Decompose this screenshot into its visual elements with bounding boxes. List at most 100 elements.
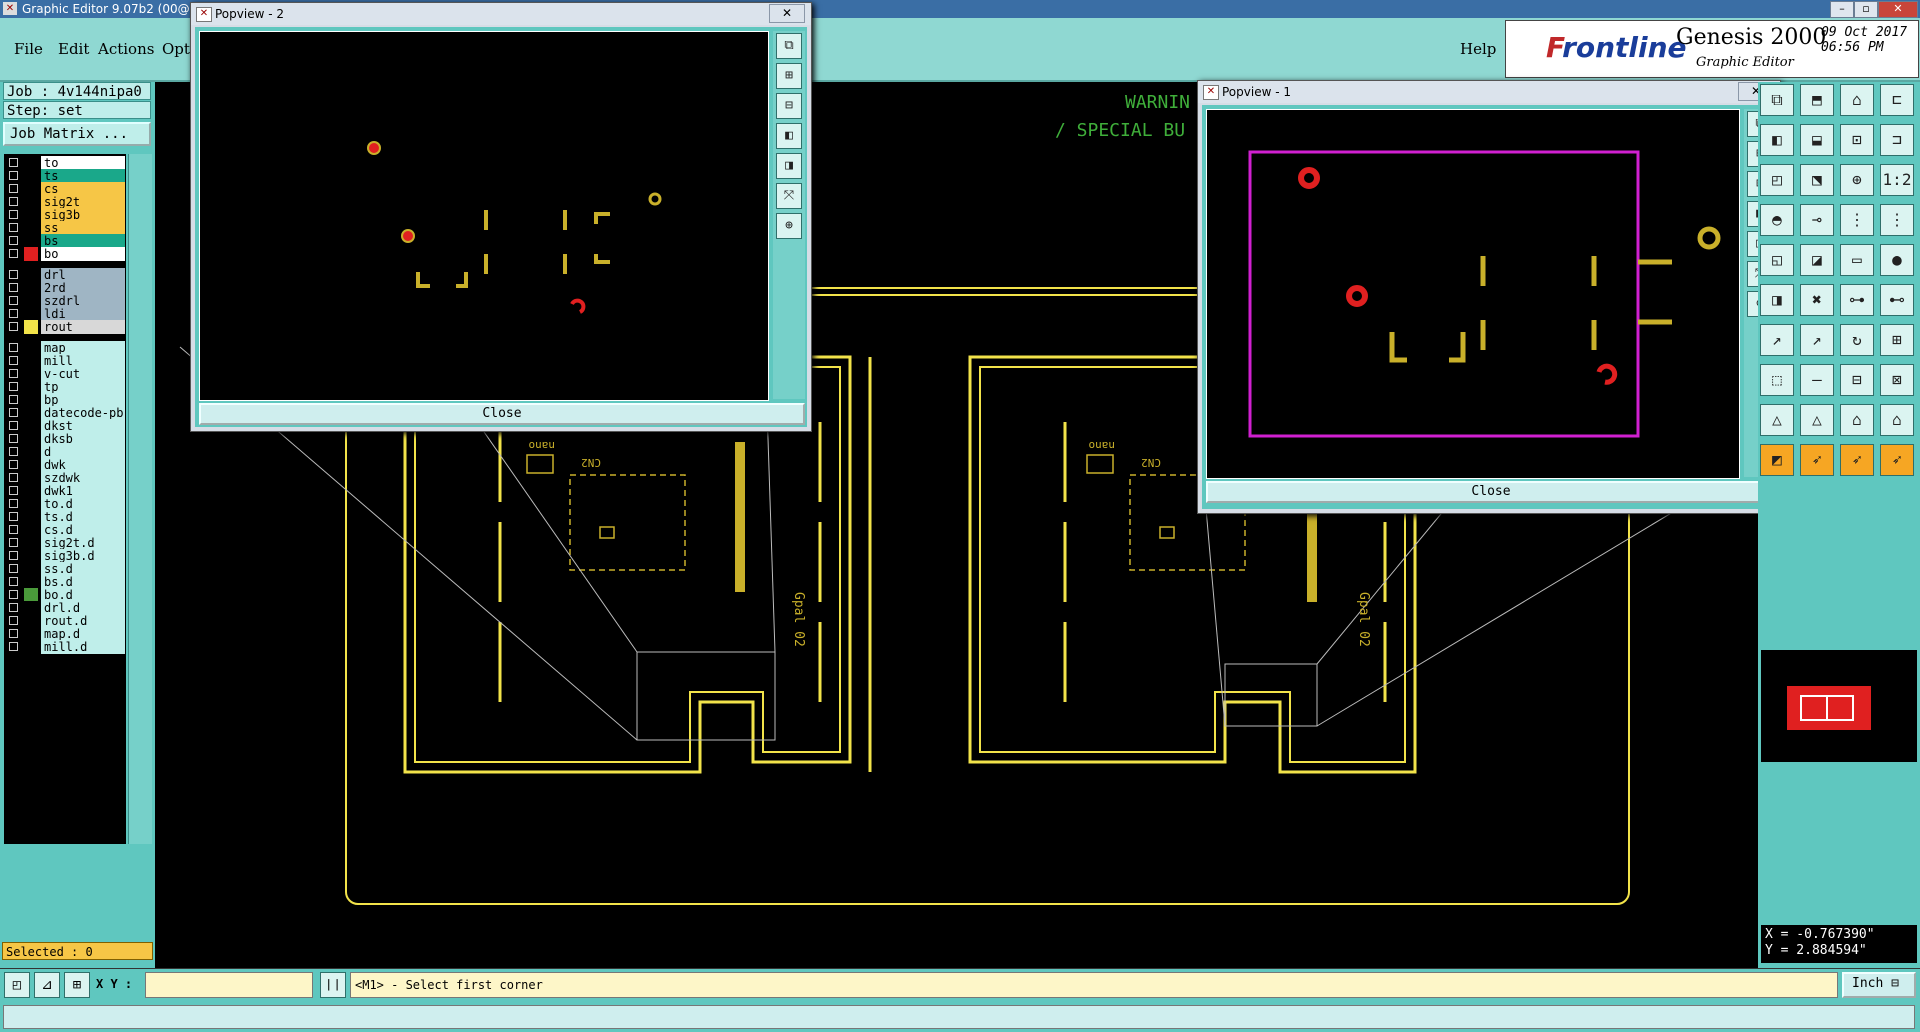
layer-name[interactable]: sig2t.d bbox=[41, 536, 125, 550]
layer-row[interactable]: dwk bbox=[4, 458, 126, 472]
layer-color-swatch[interactable] bbox=[24, 419, 38, 433]
maximize-button[interactable]: ▫ bbox=[1854, 1, 1878, 18]
layer-name[interactable]: bs.d bbox=[41, 575, 125, 589]
layer-name[interactable]: sig3b.d bbox=[41, 549, 125, 563]
layer-row[interactable]: szdwk bbox=[4, 471, 126, 485]
layer-checkbox[interactable] bbox=[9, 395, 18, 404]
layer-name[interactable]: bp bbox=[41, 393, 125, 407]
tool-window-icon[interactable]: ⧉ bbox=[1760, 84, 1794, 116]
layer-color-swatch[interactable] bbox=[24, 182, 38, 196]
tool-arc-icon[interactable]: ◓ bbox=[1760, 204, 1794, 236]
menu-file[interactable]: File bbox=[14, 40, 43, 58]
layer-color-swatch[interactable] bbox=[24, 247, 38, 261]
layer-row[interactable]: dkst bbox=[4, 419, 126, 433]
layer-checkbox[interactable] bbox=[9, 296, 18, 305]
layer-checkbox[interactable] bbox=[9, 369, 18, 378]
tool-array-icon[interactable]: ⊟ bbox=[1840, 364, 1874, 396]
tool-center-icon[interactable]: ⊕ bbox=[1840, 164, 1874, 196]
layer-name[interactable]: bo.d bbox=[41, 588, 125, 602]
layer-name[interactable]: ts bbox=[41, 169, 125, 183]
layer-color-swatch[interactable] bbox=[24, 341, 38, 355]
layer-name[interactable]: drl.d bbox=[41, 601, 125, 615]
layer-checkbox[interactable] bbox=[9, 434, 18, 443]
layer-row[interactable]: map bbox=[4, 341, 126, 355]
popview-1-titlebar[interactable]: ✕ Popview - 1 ✕ bbox=[1198, 81, 1780, 103]
job-matrix-button[interactable]: Job Matrix ... bbox=[3, 122, 151, 146]
layer-checkbox[interactable] bbox=[9, 525, 18, 534]
layer-checkbox[interactable] bbox=[9, 577, 18, 586]
tool-pin-icon[interactable]: ⊸ bbox=[1800, 204, 1834, 236]
layer-color-swatch[interactable] bbox=[24, 458, 38, 472]
layer-row[interactable]: 2rd bbox=[4, 281, 126, 295]
tool-rotate-icon[interactable]: ↻ bbox=[1840, 324, 1874, 356]
layer-color-swatch[interactable] bbox=[24, 497, 38, 511]
tool-grid-icon[interactable]: ⊞ bbox=[1880, 324, 1914, 356]
layer-list-scrollbar[interactable] bbox=[128, 154, 152, 844]
layer-row[interactable]: bs.d bbox=[4, 575, 126, 589]
layer-row[interactable]: dwk1 bbox=[4, 484, 126, 498]
tool-zoom-box-icon[interactable]: ⊡ bbox=[1840, 124, 1874, 156]
layer-name[interactable]: ts.d bbox=[41, 510, 125, 524]
layer-row[interactable]: rout bbox=[4, 320, 126, 334]
layer-name[interactable]: dkst bbox=[41, 419, 125, 433]
layer-checkbox[interactable] bbox=[9, 616, 18, 625]
layer-row[interactable]: v-cut bbox=[4, 367, 126, 381]
layer-color-swatch[interactable] bbox=[24, 510, 38, 524]
layer-name[interactable]: dksb bbox=[41, 432, 125, 446]
layer-checkbox[interactable] bbox=[9, 538, 18, 547]
layer-checkbox[interactable] bbox=[9, 210, 18, 219]
tool-corner-icon[interactable]: ◱ bbox=[1760, 244, 1794, 276]
layer-row[interactable]: bo.d bbox=[4, 588, 126, 602]
layer-row[interactable]: drl.d bbox=[4, 601, 126, 615]
layer-name[interactable]: sig2t bbox=[41, 195, 125, 209]
layer-color-swatch[interactable] bbox=[24, 445, 38, 459]
layer-name[interactable]: map bbox=[41, 341, 125, 355]
layer-checkbox[interactable] bbox=[9, 460, 18, 469]
layer-name[interactable]: ss bbox=[41, 221, 125, 235]
menu-help[interactable]: Help bbox=[1460, 40, 1496, 58]
layer-color-swatch[interactable] bbox=[24, 195, 38, 209]
pv2-tool-center-icon[interactable]: ⊕ bbox=[776, 213, 802, 239]
popview-2-close-button[interactable]: Close bbox=[199, 403, 805, 425]
menu-edit[interactable]: Edit bbox=[58, 40, 89, 58]
layer-checkbox[interactable] bbox=[9, 473, 18, 482]
layer-color-swatch[interactable] bbox=[24, 601, 38, 615]
layer-row[interactable]: ss bbox=[4, 221, 126, 235]
tool-pan-left-icon[interactable]: ◧ bbox=[1760, 124, 1794, 156]
layer-checkbox[interactable] bbox=[9, 158, 18, 167]
layer-name[interactable]: datecode-pb bbox=[41, 406, 125, 420]
pv2-tool-pan-left-icon[interactable]: ◧ bbox=[776, 123, 802, 149]
layer-checkbox[interactable] bbox=[9, 603, 18, 612]
layer-name[interactable]: bo bbox=[41, 247, 125, 261]
menu-actions[interactable]: Actions bbox=[98, 40, 154, 58]
layer-row[interactable]: ts bbox=[4, 169, 126, 183]
layer-checkbox[interactable] bbox=[9, 590, 18, 599]
layer-row[interactable]: cs bbox=[4, 182, 126, 196]
tool-cursor-2-icon[interactable]: ➶ bbox=[1840, 444, 1874, 476]
layer-color-swatch[interactable] bbox=[24, 156, 38, 170]
layer-color-swatch[interactable] bbox=[24, 294, 38, 308]
layer-color-swatch[interactable] bbox=[24, 208, 38, 222]
layer-row[interactable]: ldi bbox=[4, 307, 126, 321]
tool-shape-icon[interactable]: ⊏ bbox=[1880, 84, 1914, 116]
layer-checkbox[interactable] bbox=[9, 629, 18, 638]
layer-name[interactable]: szdrl bbox=[41, 294, 125, 308]
layer-row[interactable]: mill bbox=[4, 354, 126, 368]
layer-checkbox[interactable] bbox=[9, 270, 18, 279]
layer-row[interactable]: sig2t bbox=[4, 195, 126, 209]
layer-row[interactable]: rout.d bbox=[4, 614, 126, 628]
tool-connect-icon[interactable]: ⊶ bbox=[1840, 284, 1874, 316]
layer-checkbox[interactable] bbox=[9, 283, 18, 292]
tool-home-icon[interactable]: ⌂ bbox=[1840, 84, 1874, 116]
layer-row[interactable]: ts.d bbox=[4, 510, 126, 524]
popview-2-close-x[interactable]: ✕ bbox=[769, 4, 805, 23]
layer-name[interactable]: v-cut bbox=[41, 367, 125, 381]
layer-color-swatch[interactable] bbox=[24, 380, 38, 394]
tool-split-icon[interactable]: ⊠ bbox=[1880, 364, 1914, 396]
minimize-button[interactable]: – bbox=[1830, 1, 1854, 18]
layer-color-swatch[interactable] bbox=[24, 640, 38, 654]
measure-icon[interactable]: ⊿ bbox=[34, 972, 60, 998]
layer-row[interactable]: bp bbox=[4, 393, 126, 407]
tool-hline-icon[interactable]: — bbox=[1800, 364, 1834, 396]
layer-checkbox[interactable] bbox=[9, 236, 18, 245]
